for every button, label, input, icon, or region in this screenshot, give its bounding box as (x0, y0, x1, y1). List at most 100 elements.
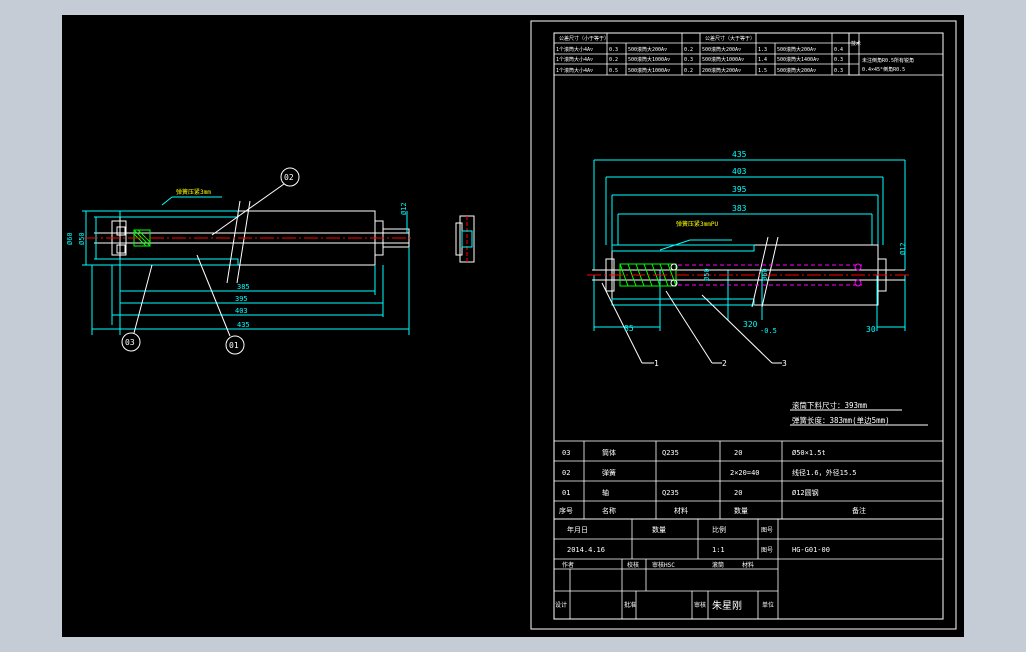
left-dia-50: Ø50 (78, 232, 86, 245)
left-side-view (455, 215, 475, 263)
tb-check: 校核 (627, 561, 639, 569)
right-dia-50: Ø50 (703, 268, 711, 281)
part-03-qty: 20 (734, 449, 742, 457)
left-balloon-02: 02 (284, 173, 294, 182)
tol-r1-c2: 0.3 (609, 47, 618, 53)
left-dia-60: Ø60 (66, 232, 74, 245)
tol-r3-c2: 0.5 (609, 68, 618, 74)
tb-design-label: 设计 (555, 601, 567, 609)
tb-author: 作者 (562, 561, 574, 569)
right-leader-2: 2 (722, 359, 727, 368)
part-03-no: 03 (562, 449, 570, 457)
tol-r1-c6: 1.3 (758, 47, 767, 53)
cad-drawing[interactable]: 02 03 01 弹簧压紧3mm Ø60 Ø50 Ø12 385 395 403… (62, 15, 964, 637)
part-01-note: Ø12圆钢 (792, 488, 819, 497)
right-dim-435: 435 (732, 150, 747, 159)
left-balloon-01: 01 (229, 341, 239, 350)
tb-unit-label: 单位 (762, 601, 774, 609)
part-02-qty: 2×20=40 (730, 469, 760, 477)
tol-r3-c5: 200滚筒大200A▽ (702, 67, 741, 74)
left-dim-435: 435 (237, 321, 250, 329)
tol-col-b-title: 公差尺寸（大于等于） (705, 35, 755, 42)
tol-r1-c8: 0.4 (834, 47, 843, 53)
right-dim-30: 30 (866, 325, 876, 334)
tb-code-label: 图号 (761, 547, 773, 554)
left-view-text: 02 03 01 弹簧压紧3mm Ø60 Ø50 Ø12 385 395 403… (66, 173, 408, 350)
tol-r1-c4: 0.2 (684, 47, 693, 53)
tb-date: 2014.4.16 (567, 546, 605, 554)
title-block (553, 518, 944, 620)
tb-scale: 1:1 (712, 546, 725, 554)
tol-r2-c8: 0.3 (834, 57, 843, 63)
part-01-qty: 20 (734, 489, 742, 497)
right-dia-60: Ø60 (761, 268, 769, 281)
right-dim-383: 383 (732, 204, 747, 213)
tb-signer: 朱星刚 (712, 600, 742, 612)
tb-h-qty: 数量 (652, 525, 666, 534)
left-dim-395: 395 (235, 295, 248, 303)
right-spring-note: 弹簧压紧3mmPU (676, 220, 718, 228)
tol-r3-c1: 1个滚筒大小4A▽ (556, 67, 593, 74)
tol-col-a-title: 公差尺寸（小于等于） (559, 35, 609, 42)
left-dim-385: 385 (237, 283, 250, 291)
tb-mat: 材料 (742, 561, 754, 569)
left-dim-403: 403 (235, 307, 248, 315)
part-03-material: Q235 (662, 449, 679, 457)
parts-h-no: 序号 (559, 506, 573, 515)
tol-r1-c7: 500滚筒大200A▽ (777, 46, 816, 53)
right-note-line1: 滚筒下料尺寸：393mm (792, 400, 868, 410)
right-note-line2: 弹簧长度：383mm(单边5mm) (792, 415, 890, 425)
left-dia-12: Ø12 (400, 202, 408, 215)
tb-audit: 审核HSC (652, 561, 675, 569)
tol-r1-c5: 500滚筒大200A▽ (702, 46, 741, 53)
tol-r2-c6: 1.4 (758, 57, 767, 63)
tb-h-scale: 比例 (712, 525, 726, 534)
parts-h-note: 备注 (852, 506, 866, 515)
tol-r3-c8: 0.3 (834, 68, 843, 74)
part-01-no: 01 (562, 489, 570, 497)
parts-h-material: 材料 (674, 506, 688, 515)
tol-r3-c7: 500滚筒大200A▽ (777, 67, 816, 74)
part-03-note: Ø50×1.5t (792, 449, 826, 457)
tol-r3-c6: 1.5 (758, 68, 767, 74)
tol-r2-c4: 0.3 (684, 57, 693, 63)
tolerance-table-text: 公差尺寸（小于等于） 公差尺寸（大于等于） 1个滚筒大小4A▽ 0.3 500滚… (556, 35, 914, 74)
tb-code: HG-G01-00 (792, 546, 830, 554)
tol-r2-c5: 500滚筒大1000A▽ (702, 56, 744, 63)
tol-r3-c3: 500滚筒大1000A▽ (628, 67, 670, 74)
tol-side-note-1: 未注倒角R0.5所有锐角 (862, 57, 914, 64)
tol-side-label: 技术 (851, 40, 861, 47)
part-02-no: 02 (562, 469, 570, 477)
cad-viewport[interactable]: 02 03 01 弹簧压紧3mm Ø60 Ø50 Ø12 385 395 403… (62, 15, 964, 637)
part-02-name: 弹簧 (602, 468, 616, 477)
tol-r1-c1: 1个滚筒大小4A▽ (556, 46, 593, 53)
tol-r1-c3: 500滚筒大200A▽ (628, 46, 667, 53)
part-01-name: 轴 (602, 488, 609, 497)
tb-h-code: 图号 (761, 527, 773, 534)
tol-side-note-2: 0.4×45°倒角R0.5 (862, 66, 905, 73)
parts-h-name: 名称 (602, 506, 616, 515)
left-spring-note: 弹簧压紧3mm (176, 188, 211, 196)
right-dim-tol: -0.5 (760, 327, 777, 335)
parts-h-qty: 数量 (734, 506, 748, 515)
right-dia-12: Ø12 (899, 242, 907, 255)
tol-r2-c2: 0.2 (609, 57, 618, 63)
tol-r2-c1: 1个滚筒大小4A▽ (556, 56, 593, 63)
left-balloon-03: 03 (125, 338, 135, 347)
right-dim-320: 320 (743, 320, 758, 329)
right-dim-395: 395 (732, 185, 747, 194)
right-dim-85: 85 (624, 324, 634, 333)
parts-list-text: 03 筒体 Q235 20 Ø50×1.5t 02 弹簧 2×20=40 线径1… (559, 448, 866, 515)
part-02-note: 线径1.6，外径15.5 (792, 468, 857, 477)
right-leader-1: 1 (654, 359, 659, 368)
part-03-name: 筒体 (602, 448, 616, 457)
tol-r2-c7: 500滚筒大1400A▽ (777, 56, 819, 63)
tb-approve-label: 批准 (624, 601, 636, 609)
right-dim-403: 403 (732, 167, 747, 176)
tb-h-date: 年月日 (567, 525, 588, 534)
tb-sig-label: 审核 (694, 601, 706, 609)
part-01-material: Q235 (662, 489, 679, 497)
tb-title: 滚筒 (712, 561, 724, 569)
right-leader-3: 3 (782, 359, 787, 368)
tol-r3-c4: 0.2 (684, 68, 693, 74)
